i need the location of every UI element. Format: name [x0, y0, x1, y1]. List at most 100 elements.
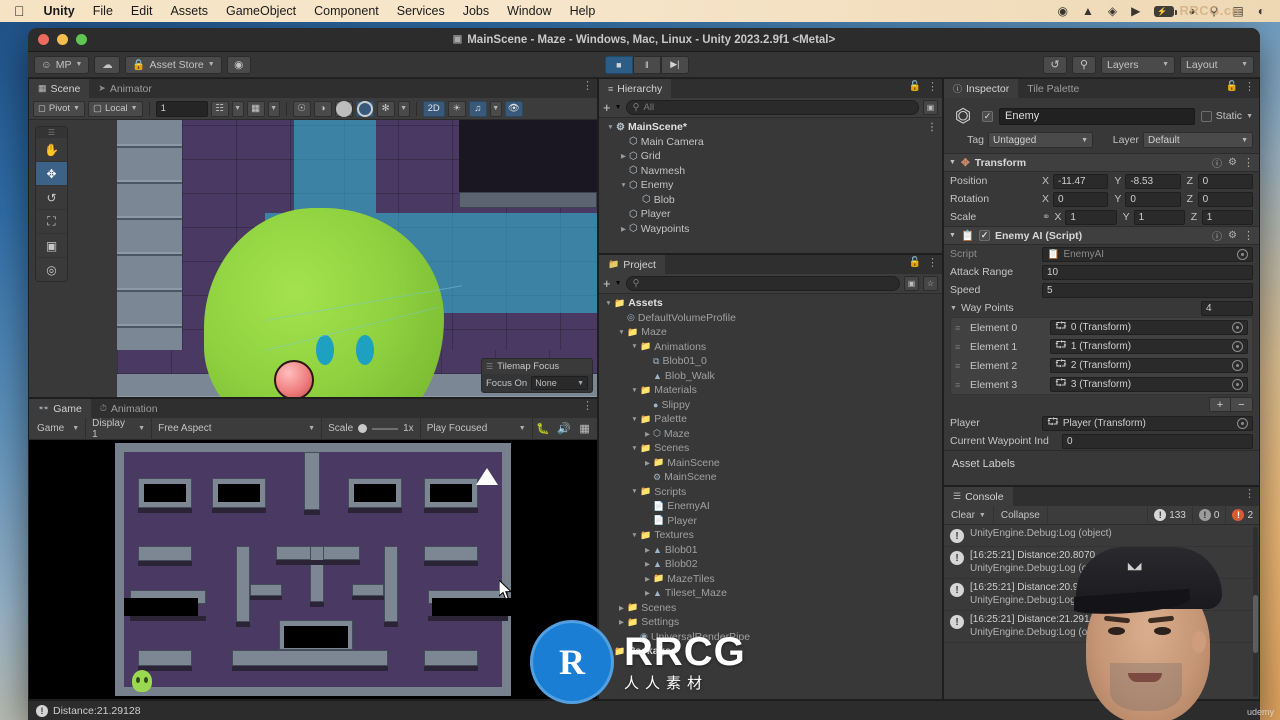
menu-assets[interactable]: Assets: [161, 4, 217, 18]
array-add-button[interactable]: +: [1209, 397, 1231, 412]
grid-paint-icon[interactable]: ▦: [246, 100, 265, 117]
script-object-field[interactable]: 📋 EnemyAI: [1042, 246, 1253, 262]
error-count[interactable]: ! 2: [1225, 505, 1259, 525]
project-item-player[interactable]: ▶📄Player: [599, 514, 942, 529]
element-object-field[interactable]: ⮔ 3 (Transform): [1050, 377, 1248, 392]
lock-icon[interactable]: 🔓: [909, 81, 921, 92]
slider-knob[interactable]: [358, 424, 368, 433]
hierarchy-item-navmesh[interactable]: ▶⬡Navmesh: [599, 164, 942, 179]
play-mode-dropdown[interactable]: Play Focused ▼: [421, 417, 533, 440]
tab-inspector[interactable]: ⓘ Inspector: [944, 79, 1019, 98]
tab-scene[interactable]: ▦ Scene: [29, 79, 90, 98]
transform-rotation-x[interactable]: 0: [1053, 191, 1109, 207]
two-d-toggle[interactable]: 2D: [422, 100, 445, 117]
render-mode-icon[interactable]: [334, 100, 353, 117]
hierarchy-item-main-camera[interactable]: ▶⬡Main Camera: [599, 135, 942, 150]
hierarchy-item-waypoints[interactable]: ▶ ⬡ Waypoints: [599, 222, 942, 237]
chevron-down-icon[interactable]: ▼: [616, 329, 627, 336]
visibility-off-icon[interactable]: 👁: [504, 100, 523, 117]
chevron-down-icon[interactable]: ▼: [615, 280, 622, 287]
waypoint-element-3[interactable]: ≡ Element 3 ⮔ 3 (Transform): [951, 375, 1252, 394]
project-item-assets[interactable]: ▼ 📁 Assets: [599, 296, 942, 311]
chevron-down-icon[interactable]: ▼: [603, 300, 614, 307]
object-picker-icon[interactable]: [1232, 379, 1243, 390]
element-object-field[interactable]: ⮔ 0 (Transform): [1050, 320, 1248, 335]
transform-rotation-y[interactable]: 0: [1125, 191, 1181, 207]
kebab-menu-icon[interactable]: ⋮: [1244, 81, 1255, 92]
asset-store-button[interactable]: 🔒 Asset Store ▼: [125, 55, 222, 74]
chevron-right-icon[interactable]: ▶: [642, 589, 653, 597]
foldout-arrow-icon[interactable]: ▼: [950, 305, 957, 312]
transform-tool[interactable]: ◎: [36, 257, 67, 281]
kebab-menu-icon[interactable]: ⋮: [1244, 489, 1255, 500]
chevron-right-icon[interactable]: ▶: [642, 459, 653, 467]
audio-listener-icon[interactable]: ◑: [313, 100, 332, 117]
project-item-defaultvolumeprofile[interactable]: ▶◎DefaultVolumeProfile: [599, 311, 942, 326]
menu-gameobject[interactable]: GameObject: [217, 4, 305, 18]
chevron-right-icon[interactable]: ▶: [642, 546, 653, 554]
waypoint-element-1[interactable]: ≡ Element 1 ⮔ 1 (Transform): [951, 337, 1252, 356]
preset-icon[interactable]: ⚙: [1228, 230, 1237, 241]
project-search-input[interactable]: ⚲: [625, 276, 900, 291]
gizmos-icon[interactable]: ▦: [574, 418, 595, 440]
drag-handle-icon[interactable]: ≡: [955, 342, 964, 352]
transform-position-x[interactable]: -11.47: [1053, 173, 1109, 189]
tilemap-overlay-header[interactable]: ☰ Tilemap Focus: [482, 359, 592, 374]
enemyai-component-header[interactable]: ▼ 📋 ✓ Enemy AI (Script) ⓘ ⚙ ⋮: [944, 226, 1259, 245]
tab-hierarchy[interactable]: ≡ Hierarchy: [599, 79, 672, 98]
kebab-menu-icon[interactable]: ⋮: [582, 401, 593, 412]
preset-icon[interactable]: ⚙: [1228, 157, 1237, 168]
record-icon[interactable]: ◉: [1051, 4, 1075, 18]
transform-component-header[interactable]: ▼ ✥ Transform ⓘ ⚙ ⋮: [944, 153, 1259, 172]
project-item-scenes[interactable]: ▶ 📁 Scenes: [599, 601, 942, 616]
menu-help[interactable]: Help: [561, 4, 605, 18]
overlay-drag-handle[interactable]: ☰: [486, 362, 493, 371]
project-item-universalrenderpipe[interactable]: ▶◉UniversalRenderPipe: [599, 630, 942, 645]
local-button[interactable]: ▢ Local ▼: [87, 100, 143, 117]
waypoints-array-header[interactable]: ▼ Way Points 4: [944, 299, 1259, 317]
account-button[interactable]: ☺ MP ▼: [34, 55, 90, 74]
project-item-scripts[interactable]: ▼ 📁 Scripts: [599, 485, 942, 500]
object-picker-icon[interactable]: [1232, 322, 1243, 333]
chevron-down-icon[interactable]: ▼: [629, 532, 640, 539]
scale-link-icon[interactable]: ⚭: [1042, 212, 1050, 223]
transform-position-z[interactable]: 0: [1197, 173, 1253, 189]
project-item-palette[interactable]: ▼ 📁 Palette: [599, 412, 942, 427]
project-tree[interactable]: ▼📁Assets▶◎DefaultVolumeProfile▼📁Maze▼📁An…: [599, 294, 942, 699]
menu-file[interactable]: File: [84, 4, 122, 18]
layout-dropdown[interactable]: Layout ▼: [1180, 55, 1254, 74]
chevron-down-icon[interactable]: ▼: [231, 100, 244, 117]
playback-icon[interactable]: ▶: [1124, 4, 1147, 18]
chevron-down-icon[interactable]: ▼: [629, 343, 640, 350]
chevron-right-icon[interactable]: ▶: [616, 618, 627, 626]
object-picker-icon[interactable]: [1237, 248, 1248, 260]
field-input-speed[interactable]: 5: [1042, 282, 1253, 298]
hierarchy-item-player[interactable]: ▶⬡Player: [599, 207, 942, 222]
project-item-slippy[interactable]: ▶●Slippy: [599, 398, 942, 413]
hand-tool[interactable]: ✋: [36, 137, 67, 161]
project-item-blob-walk[interactable]: ▶▲Blob_Walk: [599, 369, 942, 384]
project-item-blob01[interactable]: ▶ ▲ Blob01: [599, 543, 942, 558]
foldout-arrow-icon[interactable]: ▼: [949, 232, 956, 239]
clear-button[interactable]: Clear ▼: [944, 505, 994, 525]
chevron-down-icon[interactable]: ▼: [629, 445, 640, 452]
layers-dropdown[interactable]: Layers ▼: [1101, 55, 1175, 74]
transform-rotation-z[interactable]: 0: [1197, 191, 1253, 207]
menu-unity[interactable]: Unity: [35, 4, 84, 18]
static-checkbox[interactable]: [1200, 110, 1212, 122]
game-viewport[interactable]: [29, 440, 597, 699]
chevron-down-icon[interactable]: ▼: [1246, 113, 1253, 120]
drag-handle-icon[interactable]: ≡: [955, 380, 964, 390]
object-picker-icon[interactable]: [1237, 417, 1248, 429]
layer-dropdown[interactable]: Default ▼: [1143, 132, 1253, 148]
field-input-attack-range[interactable]: 10: [1042, 264, 1253, 280]
transform-scale-x[interactable]: 1: [1065, 209, 1117, 225]
object-field-player[interactable]: ⮔ Player (Transform): [1042, 415, 1253, 431]
apple-menu-icon[interactable]: : [8, 4, 35, 18]
siri-icon[interactable]: ◐: [1251, 4, 1272, 18]
project-favorites-button[interactable]: ☆: [923, 276, 938, 291]
array-remove-button[interactable]: −: [1231, 397, 1253, 412]
cloud-button[interactable]: ☁: [94, 55, 121, 74]
mute-audio-icon[interactable]: 🔊: [553, 418, 574, 440]
project-item-enemyai[interactable]: ▶📄EnemyAI: [599, 499, 942, 514]
